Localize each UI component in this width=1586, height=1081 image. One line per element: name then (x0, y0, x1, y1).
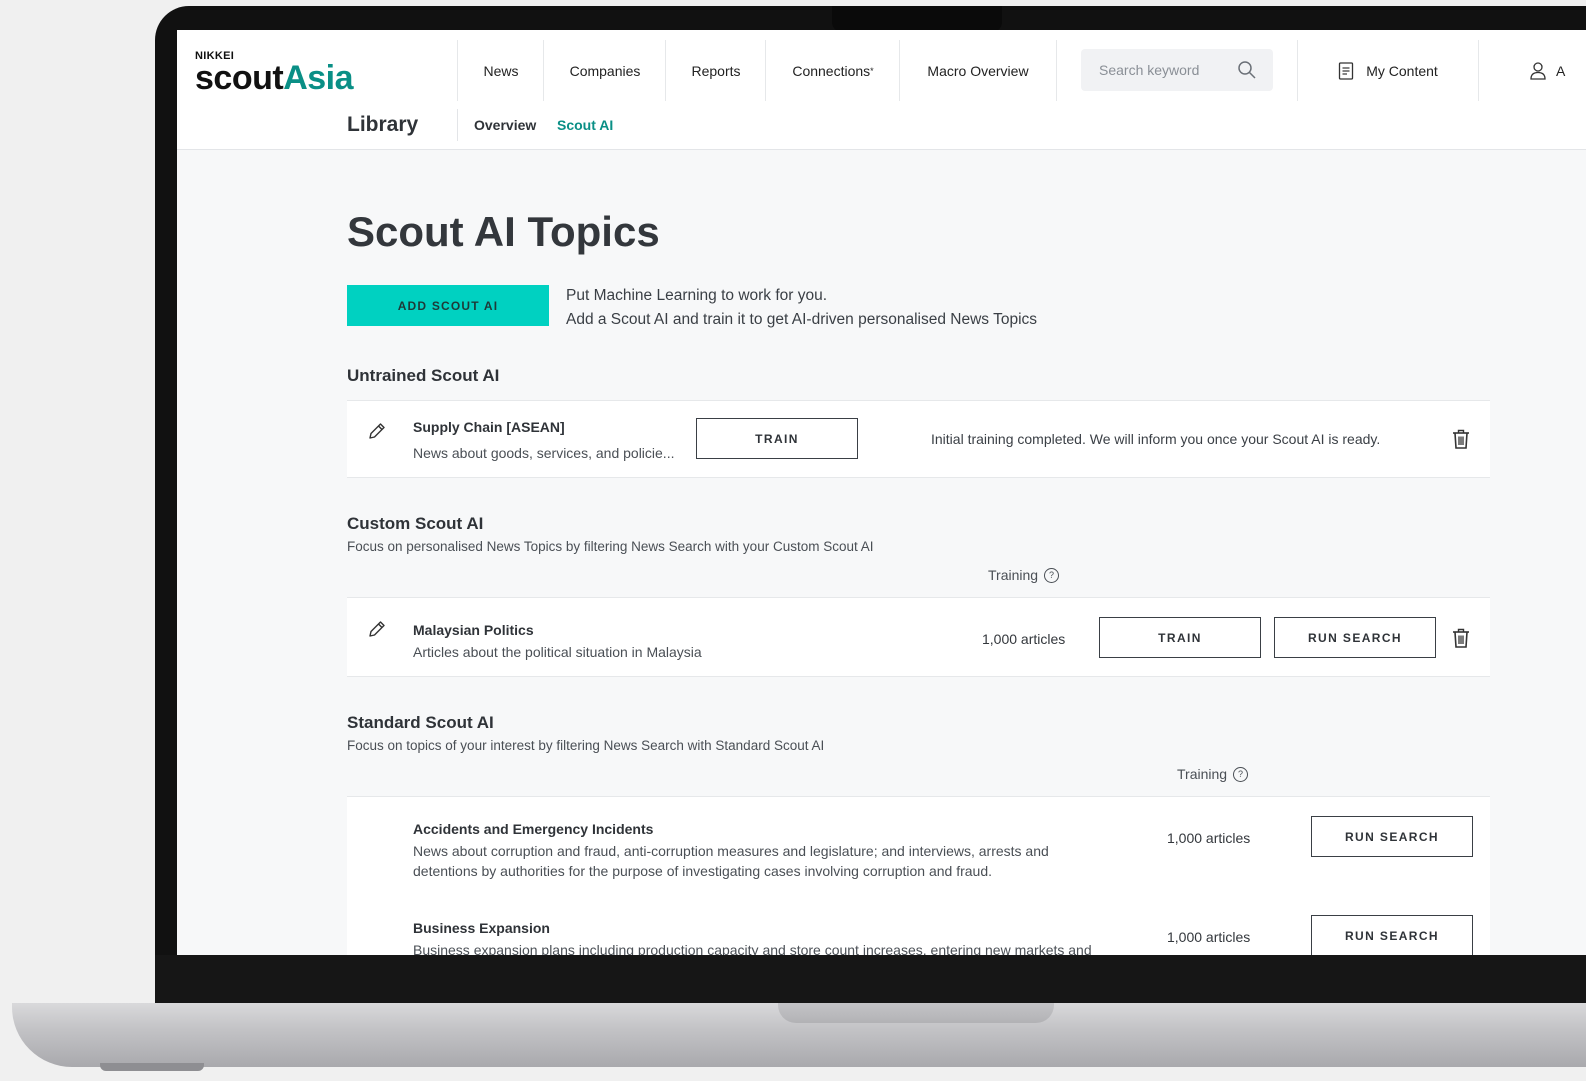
untrained-section-heading: Untrained Scout AI (347, 366, 500, 385)
logo[interactable]: NIKKEI scoutAsia (195, 50, 354, 97)
laptop-chin (155, 955, 1586, 1007)
nav-reports[interactable]: Reports (665, 40, 766, 101)
subnav-scout-ai[interactable]: Scout AI (557, 117, 613, 133)
sub-navigation: Library Overview Scout AI (177, 101, 1586, 150)
subnav-overview[interactable]: Overview (474, 117, 536, 133)
user-icon (1530, 61, 1546, 80)
trash-icon[interactable] (1451, 627, 1471, 649)
training-status-message: Initial training completed. We will info… (931, 431, 1381, 447)
account-link[interactable]: A (1478, 40, 1586, 101)
untrained-description: News about goods, services, and policie.… (413, 445, 675, 461)
trash-icon[interactable] (1451, 428, 1471, 450)
standard-section-description: Focus on topics of your interest by filt… (347, 738, 825, 753)
custom-training-label: Training ? (988, 567, 1060, 583)
nav-macro-overview[interactable]: Macro Overview (899, 40, 1057, 101)
add-scout-ai-button[interactable]: ADD SCOUT AI (347, 285, 549, 326)
custom-row: Malaysian Politics Articles about the po… (347, 597, 1490, 677)
standard-run-search-button[interactable]: RUN SEARCH (1311, 816, 1473, 857)
custom-section-description: Focus on personalised News Topics by fil… (347, 539, 874, 554)
logo-scout: scout (195, 59, 284, 97)
help-icon[interactable]: ? (1233, 766, 1249, 782)
custom-section-heading: Custom Scout AI (347, 514, 484, 533)
pencil-icon[interactable] (367, 619, 387, 639)
connections-mark: * (870, 65, 874, 76)
untrained-title: Supply Chain [ASEAN] (413, 419, 565, 435)
nav-companies[interactable]: Companies (543, 40, 666, 101)
standard-title: Accidents and Emergency Incidents (413, 821, 654, 837)
untrained-row: Supply Chain [ASEAN] News about goods, s… (347, 400, 1490, 478)
top-navigation: NIKKEI scoutAsia News Companies Reports … (177, 30, 1586, 102)
custom-article-count: 1,000 articles (982, 631, 1066, 647)
custom-description: Articles about the political situation i… (413, 644, 702, 660)
my-content-link[interactable]: My Content (1297, 40, 1479, 101)
custom-title: Malaysian Politics (413, 622, 534, 638)
search-icon[interactable] (1237, 60, 1257, 80)
intro-text: Put Machine Learning to work for you. Ad… (566, 287, 1038, 328)
nav-connections[interactable]: Connections * (765, 40, 900, 101)
untrained-train-button[interactable]: TRAIN (696, 418, 858, 459)
help-icon[interactable]: ? (1044, 567, 1060, 583)
standard-description: News about corruption and fraud, anti-co… (413, 843, 1049, 879)
standard-article-count: 1,000 articles (1167, 929, 1251, 945)
standard-training-label: Training ? (1177, 766, 1249, 782)
search-input[interactable] (1097, 61, 1231, 79)
standard-description: Business expansion plans including produ… (413, 942, 1092, 955)
standard-row: Business Expansion Business expansion pl… (347, 896, 1490, 955)
standard-section-heading: Standard Scout AI (347, 713, 494, 732)
pencil-icon[interactable] (367, 421, 387, 441)
standard-title: Business Expansion (413, 920, 550, 936)
screen: NIKKEI scoutAsia News Companies Reports … (177, 30, 1586, 955)
camera-notch (832, 6, 1002, 32)
subnav-title: Library (347, 113, 419, 136)
custom-train-button[interactable]: TRAIN (1099, 617, 1261, 658)
laptop-foot (100, 1063, 204, 1071)
custom-run-search-button[interactable]: RUN SEARCH (1274, 617, 1436, 658)
standard-article-count: 1,000 articles (1167, 830, 1251, 846)
subnav-divider (457, 109, 458, 141)
search-box (1081, 49, 1273, 91)
page-title: Scout AI Topics (347, 208, 660, 255)
standard-row: Accidents and Emergency Incidents News a… (347, 796, 1490, 897)
laptop-opening-notch (778, 1003, 1054, 1023)
document-icon (1339, 61, 1354, 80)
logo-asia: Asia (283, 59, 354, 97)
standard-run-search-button[interactable]: RUN SEARCH (1311, 915, 1473, 955)
nav-news[interactable]: News (457, 40, 544, 101)
